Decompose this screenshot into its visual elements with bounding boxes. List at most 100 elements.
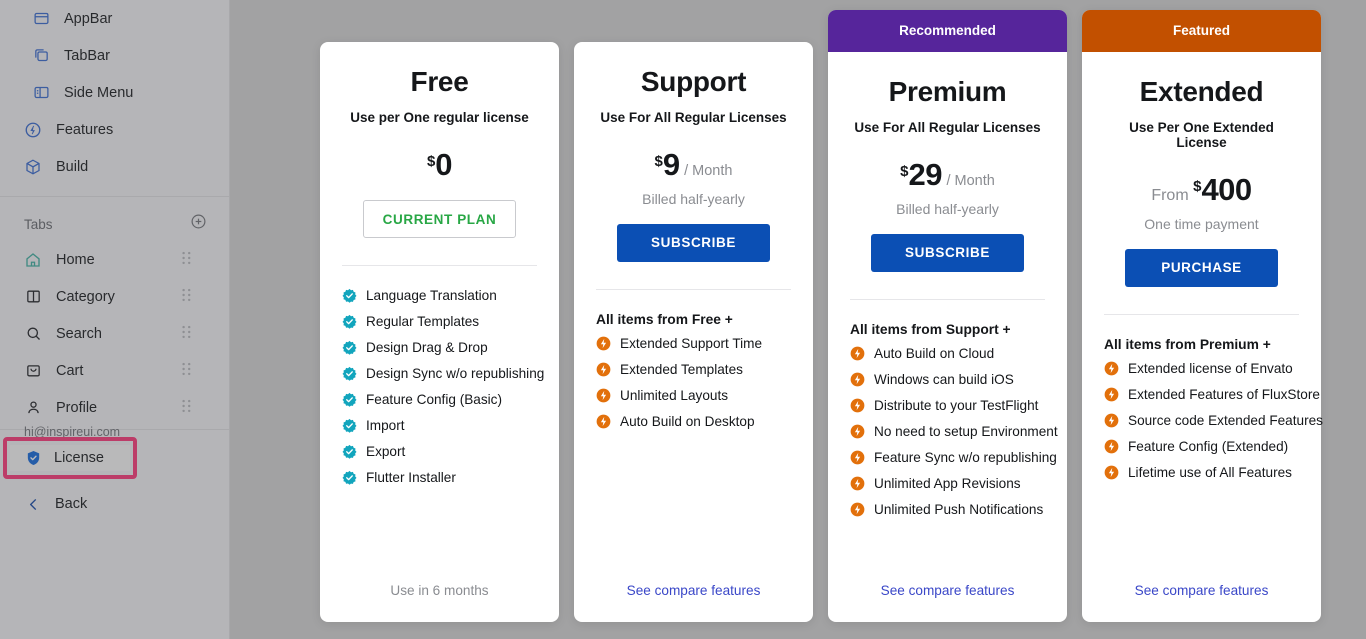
feature-label: Flutter Installer	[366, 470, 456, 485]
check-badge-icon	[342, 444, 357, 459]
feature-label: Regular Templates	[366, 314, 480, 329]
plan-name: Premium	[888, 76, 1007, 107]
check-badge-icon	[342, 314, 357, 329]
feature-item: Distribute to your TestFlight	[850, 398, 1045, 414]
feature-item: Auto Build on Cloud	[850, 346, 1045, 362]
feature-label: Language Translation	[366, 288, 497, 303]
feature-label: Windows can build iOS	[874, 372, 1014, 387]
bolt-badge-icon	[850, 372, 865, 387]
plan-footer-note: Use in 6 months	[390, 583, 489, 598]
feature-item: Feature Sync w/o republishing	[850, 450, 1057, 466]
feature-item: Extended Features of FluxStore	[1104, 387, 1320, 403]
check-badge-icon	[342, 366, 357, 381]
feature-item: No need to setup Environment	[850, 424, 1058, 440]
price-prefix: From	[1151, 187, 1189, 204]
bolt-badge-icon	[1104, 387, 1119, 402]
feature-label: Unlimited App Revisions	[874, 476, 1021, 491]
purchase-button[interactable]: PURCHASE	[1125, 249, 1278, 287]
feature-label: Extended Features of FluxStore	[1128, 387, 1320, 402]
feature-item: Feature Config (Basic)	[342, 392, 537, 408]
feature-label: Extended license of Envato	[1128, 361, 1293, 376]
price-amount: 0	[435, 147, 453, 182]
check-badge-icon	[342, 470, 357, 485]
feature-label: Auto Build on Cloud	[874, 346, 995, 361]
feature-list: Language Translation Regular Templates D…	[342, 288, 544, 486]
bolt-badge-icon	[850, 450, 865, 465]
bolt-badge-icon	[596, 336, 611, 351]
feature-label: Feature Sync w/o republishing	[874, 450, 1057, 465]
price-period: / Month	[684, 163, 733, 179]
check-badge-icon	[342, 392, 357, 407]
feature-item: Import	[342, 418, 537, 434]
check-badge-icon	[342, 288, 357, 303]
bolt-badge-icon	[1104, 439, 1119, 454]
compare-features-link[interactable]: See compare features	[596, 583, 791, 622]
feature-label: Unlimited Layouts	[620, 388, 729, 403]
plan-price: $9 / Month	[596, 147, 791, 183]
price-amount: 400	[1201, 172, 1252, 207]
card-divider	[850, 299, 1045, 300]
feature-item: Language Translation	[342, 288, 537, 304]
feature-item: Unlimited App Revisions	[850, 476, 1045, 492]
billing-note: Billed half-yearly	[896, 201, 999, 217]
feature-label: Design Sync w/o republishing	[366, 366, 545, 381]
feature-item: Flutter Installer	[342, 470, 537, 486]
plan-card-extended: Featured Extended Use Per One Extended L…	[1082, 10, 1323, 622]
compare-features-link[interactable]: See compare features	[1104, 583, 1299, 622]
plan-inherits-label: All items from Support +	[850, 322, 1011, 337]
plan-card-premium: Recommended Premium Use For All Regular …	[828, 10, 1067, 622]
bolt-badge-icon	[596, 362, 611, 377]
bolt-badge-icon	[850, 346, 865, 361]
feature-label: Import	[366, 418, 405, 433]
plan-inherits-label: All items from Free +	[596, 312, 733, 327]
featured-banner: Featured	[1082, 10, 1321, 52]
billing-note: Billed half-yearly	[642, 191, 745, 207]
feature-label: Extended Templates	[620, 362, 743, 377]
plan-subtitle: Use For All Regular Licenses	[600, 110, 787, 125]
compare-features-link[interactable]: See compare features	[850, 583, 1045, 622]
plan-name: Support	[640, 66, 747, 97]
check-badge-icon	[342, 340, 357, 355]
bolt-badge-icon	[850, 424, 865, 439]
feature-label: Feature Config (Basic)	[366, 392, 502, 407]
bolt-badge-icon	[1104, 361, 1119, 376]
bolt-badge-icon	[850, 398, 865, 413]
plan-price: From $400	[1104, 172, 1299, 208]
bolt-badge-icon	[1104, 413, 1119, 428]
plan-price: $29 / Month	[850, 157, 1045, 193]
plan-name: Extended	[1139, 76, 1264, 107]
feature-list: Auto Build on Cloud Windows can build iO…	[850, 346, 1058, 518]
subscribe-button[interactable]: SUBSCRIBE	[617, 224, 770, 262]
feature-item: Auto Build on Desktop	[596, 414, 791, 430]
bolt-badge-icon	[850, 476, 865, 491]
feature-label: No need to setup Environment	[874, 424, 1058, 439]
bolt-badge-icon	[1104, 465, 1119, 480]
bolt-badge-icon	[596, 388, 611, 403]
feature-item: Extended license of Envato	[1104, 361, 1299, 377]
feature-item: Export	[342, 444, 537, 460]
pricing-dialog: Free Use per One regular license $0 CURR…	[250, 0, 1366, 639]
feature-item: Regular Templates	[342, 314, 537, 330]
feature-item: Feature Config (Extended)	[1104, 439, 1299, 455]
feature-label: Design Drag & Drop	[366, 340, 488, 355]
feature-label: Auto Build on Desktop	[620, 414, 755, 429]
bolt-badge-icon	[596, 414, 611, 429]
feature-list: Extended license of Envato Extended Feat…	[1104, 361, 1323, 481]
current-plan-button[interactable]: CURRENT PLAN	[363, 200, 516, 238]
feature-label: Export	[366, 444, 406, 459]
feature-item: Design Drag & Drop	[342, 340, 537, 356]
card-divider	[596, 289, 791, 290]
feature-item: Design Sync w/o republishing	[342, 366, 544, 382]
feature-item: Windows can build iOS	[850, 372, 1045, 388]
plan-card-free: Free Use per One regular license $0 CURR…	[320, 42, 559, 622]
feature-label: Feature Config (Extended)	[1128, 439, 1289, 454]
subscribe-button[interactable]: SUBSCRIBE	[871, 234, 1024, 272]
recommended-banner: Recommended	[828, 10, 1067, 52]
feature-item: Extended Templates	[596, 362, 791, 378]
bolt-badge-icon	[850, 502, 865, 517]
plan-card-support: Support Use For All Regular Licenses $9 …	[574, 42, 813, 622]
app-root: AppBar TabBar Side Menu Features Build T…	[0, 0, 1366, 639]
price-period: / Month	[946, 173, 995, 189]
billing-note: One time payment	[1144, 216, 1259, 232]
feature-label: Lifetime use of All Features	[1128, 465, 1292, 480]
